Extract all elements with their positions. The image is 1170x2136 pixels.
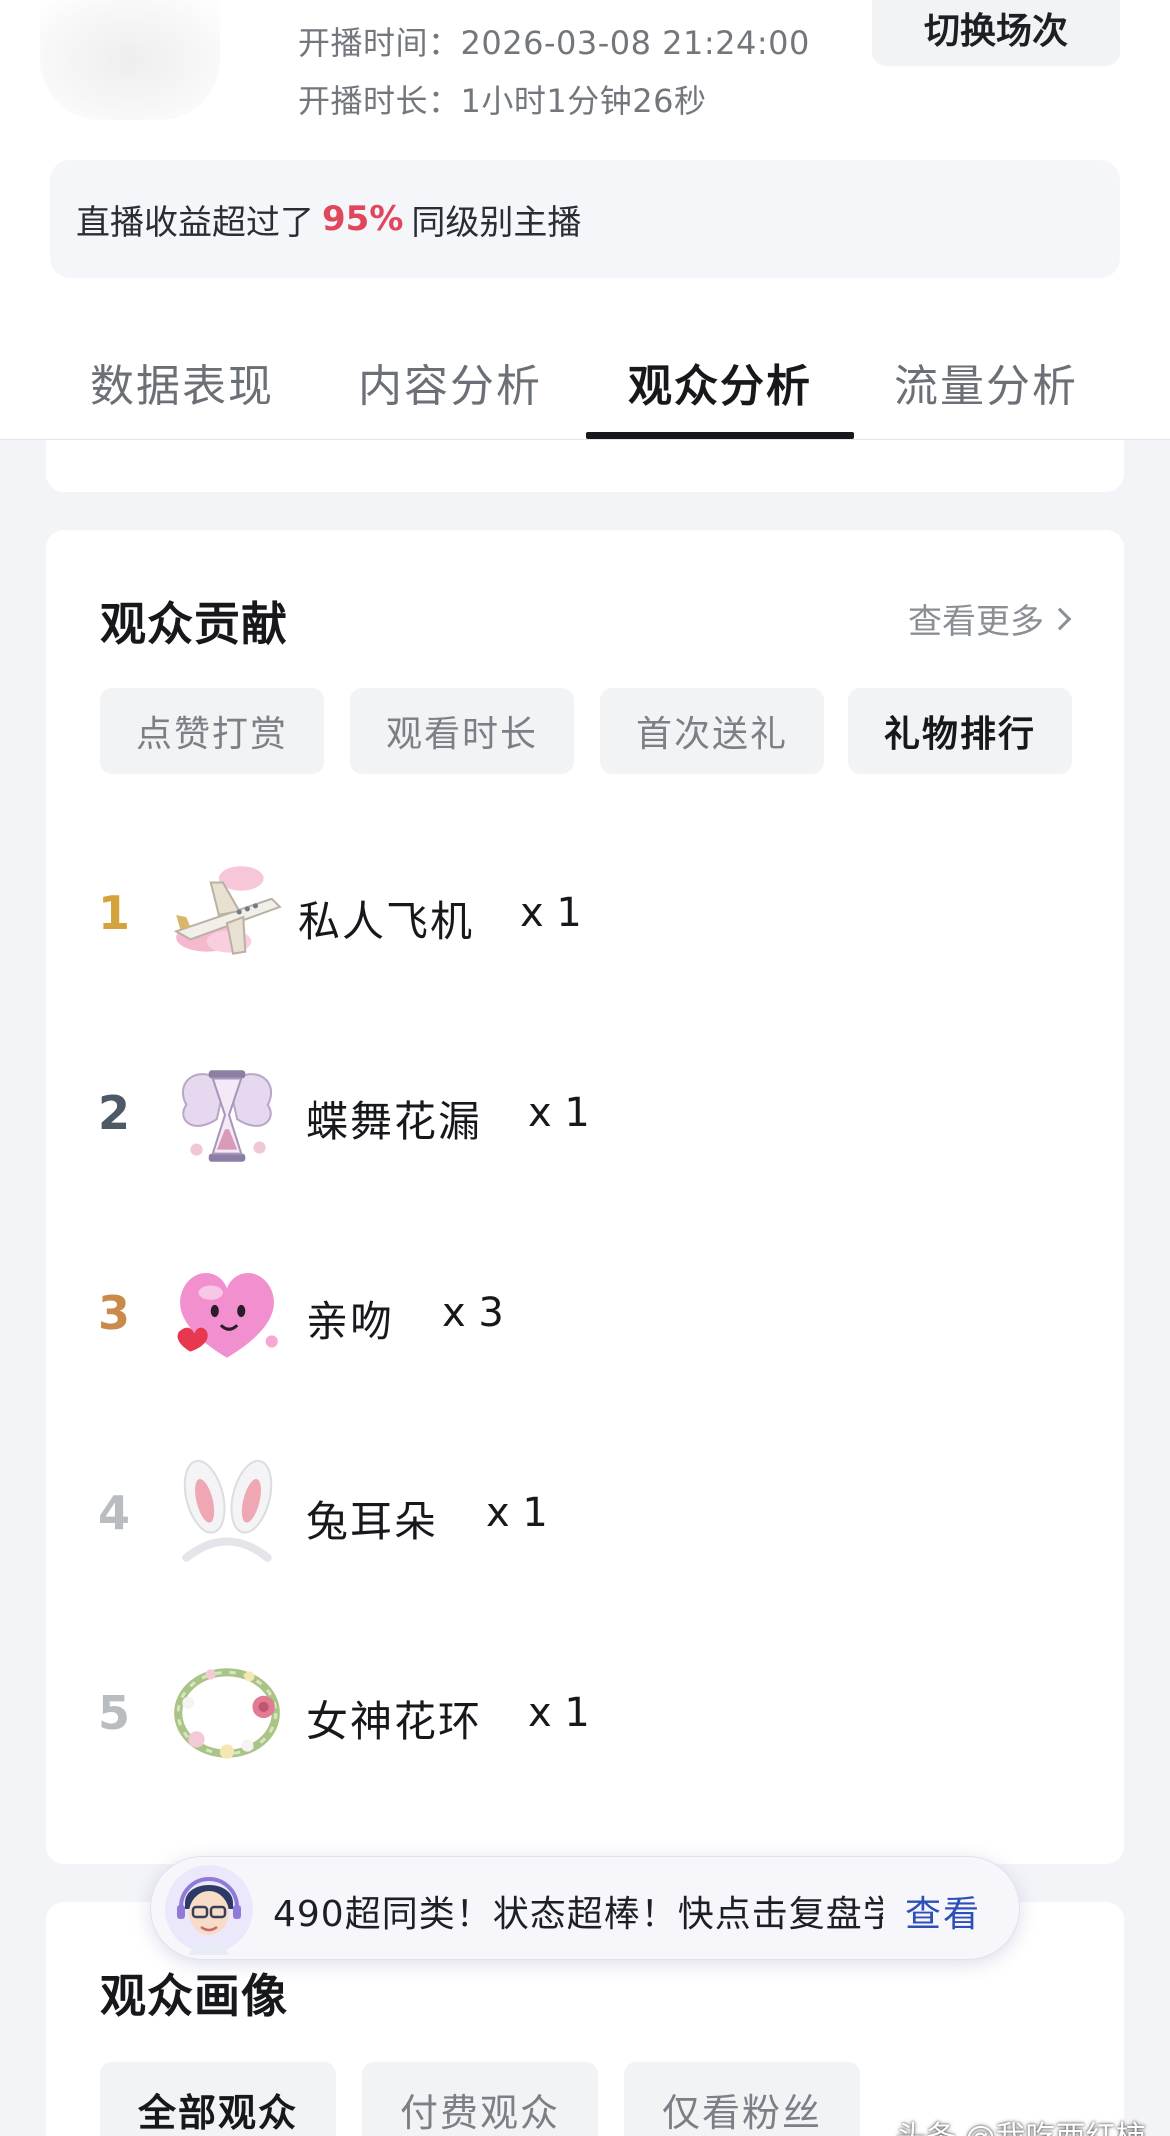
gift-name: 兔耳朵	[306, 1497, 439, 1546]
chip-gift-ranking[interactable]: 礼物排行	[848, 688, 1072, 774]
gift-name: 亲吻	[306, 1297, 395, 1346]
bunny-ears-gift-icon	[182, 1459, 273, 1562]
tab-traffic-analysis[interactable]: 流量分析	[856, 350, 1116, 430]
gift-name: 蝶舞花漏	[306, 1097, 483, 1146]
previous-card-bottom	[46, 440, 1124, 492]
session-start-time: 开播时间：2026-03-08 21:24:00	[298, 24, 810, 62]
rank-number: 5	[98, 1686, 131, 1740]
ranking-row: 4 兔耳朵 x 1	[46, 1448, 1124, 1578]
ranking-row: 5 女神花环 x 1	[46, 1648, 1124, 1778]
butterfly-hourglass-gift-icon	[181, 1070, 273, 1162]
gift-count: x 1	[486, 1490, 548, 1536]
tab-audience-analysis[interactable]: 观众分析	[590, 350, 850, 430]
ranking-row: 2 蝶舞花漏 x 1	[46, 1048, 1124, 1178]
analysis-tabs: 数据表现 内容分析 观众分析 流量分析	[0, 340, 1170, 440]
chip-likes-rewards[interactable]: 点赞打赏	[100, 688, 324, 774]
anchor-avatar	[40, 0, 220, 120]
flower-wreath-gift-icon	[174, 1668, 280, 1759]
gift-count: x 1	[520, 890, 582, 936]
review-prompt-toast[interactable]: 490超同类！状态超棒！快点击复盘学 查看	[150, 1856, 1020, 1960]
session-header: 开播时间：2026-03-08 21:24:00 开播时长：1小时1分钟26秒 …	[0, 0, 1170, 440]
rank-number: 4	[98, 1486, 131, 1540]
chevron-right-icon	[1048, 607, 1072, 630]
revenue-summary-card: 直播收益超过了 95% 同级别主播	[50, 160, 1120, 278]
chip-first-gift[interactable]: 首次送礼	[600, 688, 824, 774]
session-duration: 开播时长：1小时1分钟26秒	[298, 82, 707, 120]
tab-data-performance[interactable]: 数据表现	[52, 350, 312, 430]
tab-content-analysis[interactable]: 内容分析	[320, 350, 580, 430]
portrait-title: 观众画像	[100, 1969, 288, 2023]
kiss-heart-gift-icon	[177, 1273, 278, 1358]
ranking-row: 1 私人飞机 x 1	[46, 848, 1124, 978]
audience-contribution-card: 观众贡献 查看更多 点赞打赏 观看时长 首次送礼 礼物排行 1 私人飞机 x 1…	[46, 530, 1124, 1864]
gift-count: x 3	[442, 1290, 504, 1336]
gift-name: 女神花环	[306, 1697, 483, 1746]
private-jet-gift-icon	[173, 866, 282, 955]
view-more-label: 查看更多	[908, 602, 1044, 642]
assistant-avatar-icon	[165, 1865, 253, 1955]
rank-number: 3	[98, 1286, 131, 1340]
gift-count: x 1	[528, 1690, 590, 1736]
watermark-text: 头条 @我吃西红柿	[896, 2112, 1146, 2136]
view-more-link[interactable]: 查看更多	[908, 594, 1072, 643]
ranking-row: 3 亲吻 x 3	[46, 1248, 1124, 1378]
gift-name: 私人飞机	[298, 897, 475, 946]
chip-all-audience[interactable]: 全部观众	[100, 2062, 336, 2136]
rank-number: 1	[98, 886, 131, 940]
chip-fans-only[interactable]: 仅看粉丝	[624, 2062, 860, 2136]
switch-session-button[interactable]: 切换场次	[872, 0, 1120, 66]
contribution-title: 观众贡献	[100, 597, 288, 651]
active-tab-indicator	[586, 432, 854, 439]
toast-view-button[interactable]: 查看	[905, 1885, 981, 1937]
chip-paying-audience[interactable]: 付费观众	[362, 2062, 598, 2136]
revenue-prefix: 直播收益超过了	[76, 202, 314, 243]
gift-count: x 1	[528, 1090, 590, 1136]
toast-message: 490超同类！状态超棒！快点击复盘学	[273, 1894, 883, 1935]
revenue-percent: 95%	[322, 199, 404, 239]
chip-watch-time[interactable]: 观看时长	[350, 688, 574, 774]
rank-number: 2	[98, 1086, 131, 1140]
revenue-suffix: 同级别主播	[411, 202, 582, 243]
